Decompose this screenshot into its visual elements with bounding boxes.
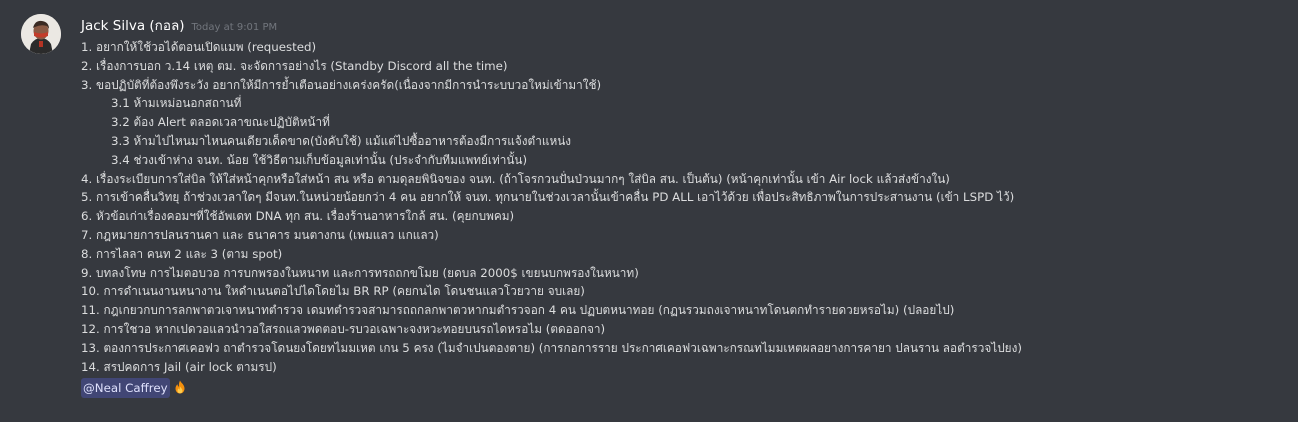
list-item: 3. ขอปฏิบัติที่ต้องพึงระวัง อยากให้มีการ… [81,77,602,92]
list-item: 9. บทลงโทษ การไมตอบวอ การบกพรองในหนาท แล… [81,265,639,280]
fire-emoji-icon [175,380,185,394]
list-item: 13. ตองการประกาศเคอฟว ถาตำรวจโดนยงโดยทไม… [81,340,1022,355]
list-item: 6. หัวข้อเก่าเรื่องคอมฯที่ใช้อัพเดท DNA … [81,209,515,224]
sub-list-item: 3.3 ห้ามไปไหนมาไหนคนเดียวเด็ดขาด(บังคับใ… [111,133,572,148]
sub-list-item: 3.2 ต้อง Alert ตลอดเวลาขณะปฏิบัติหน้าที่ [111,115,330,130]
message-timestamp: Today at 9:01 PM [191,22,278,33]
sub-list-item: 3.4 ช่วงเข้าห่าง จนท. น้อย ใช้วิธีตามเก็… [111,152,528,167]
list-item: 14. สรปคดการ Jail (air lock ตามรป) [81,359,277,374]
sub-list-item: 3.1 ห้ามเหม่อนอกสถานที่ [111,96,242,111]
list-item: 1. อยากให้ใช้วอได้ตอนเปิดแมพ (requested) [81,40,317,54]
user-avatar[interactable] [21,14,61,54]
mention-line: @Neal Caffrey [81,378,1281,399]
list-item: 11. กฎเกยวกบการลกพาตวเจาหนาทตำรวจ เดมทตำ… [81,303,955,318]
list-item: 8. การไลลา คนท 2 และ 3 (ตาม spot) [81,246,283,261]
list-item: 5. การเข้าคลื่นวิทยุ ถ้าช่วงเวลาใดๆ มีจน… [81,190,1015,205]
list-item: 2. เรื่องการบอก ว.14 เหตุ ตม. จะจัดการอย… [81,58,508,73]
avatar-image [21,14,61,54]
message-header: Jack Silva (กอล) Today at 9:01 PM [81,14,277,34]
author-name[interactable]: Jack Silva (กอล) [81,14,185,36]
list-item: 7. กฎหมายการปลนรานคา และ ธนาคาร มนตางกน … [81,227,439,242]
list-item: 12. การใชวอ หากเปดวอแลวนำวอใสรถแลวพดตอบ-… [81,321,606,336]
user-mention[interactable]: @Neal Caffrey [81,378,170,399]
list-item: 10. การดำเนนงานหนางาน ใหดำเนนตอไปไดโดยไม… [81,284,585,299]
message-content: 1. อยากให้ใช้วอได้ตอนเปิดแมพ (requested)… [81,38,1281,399]
chat-message: Jack Silva (กอล) Today at 9:01 PM 1. อยา… [0,0,1298,422]
list-item: 4. เรื่องระเบียบการใส่บิล ให้ใส่หน้าคุกห… [81,171,950,186]
